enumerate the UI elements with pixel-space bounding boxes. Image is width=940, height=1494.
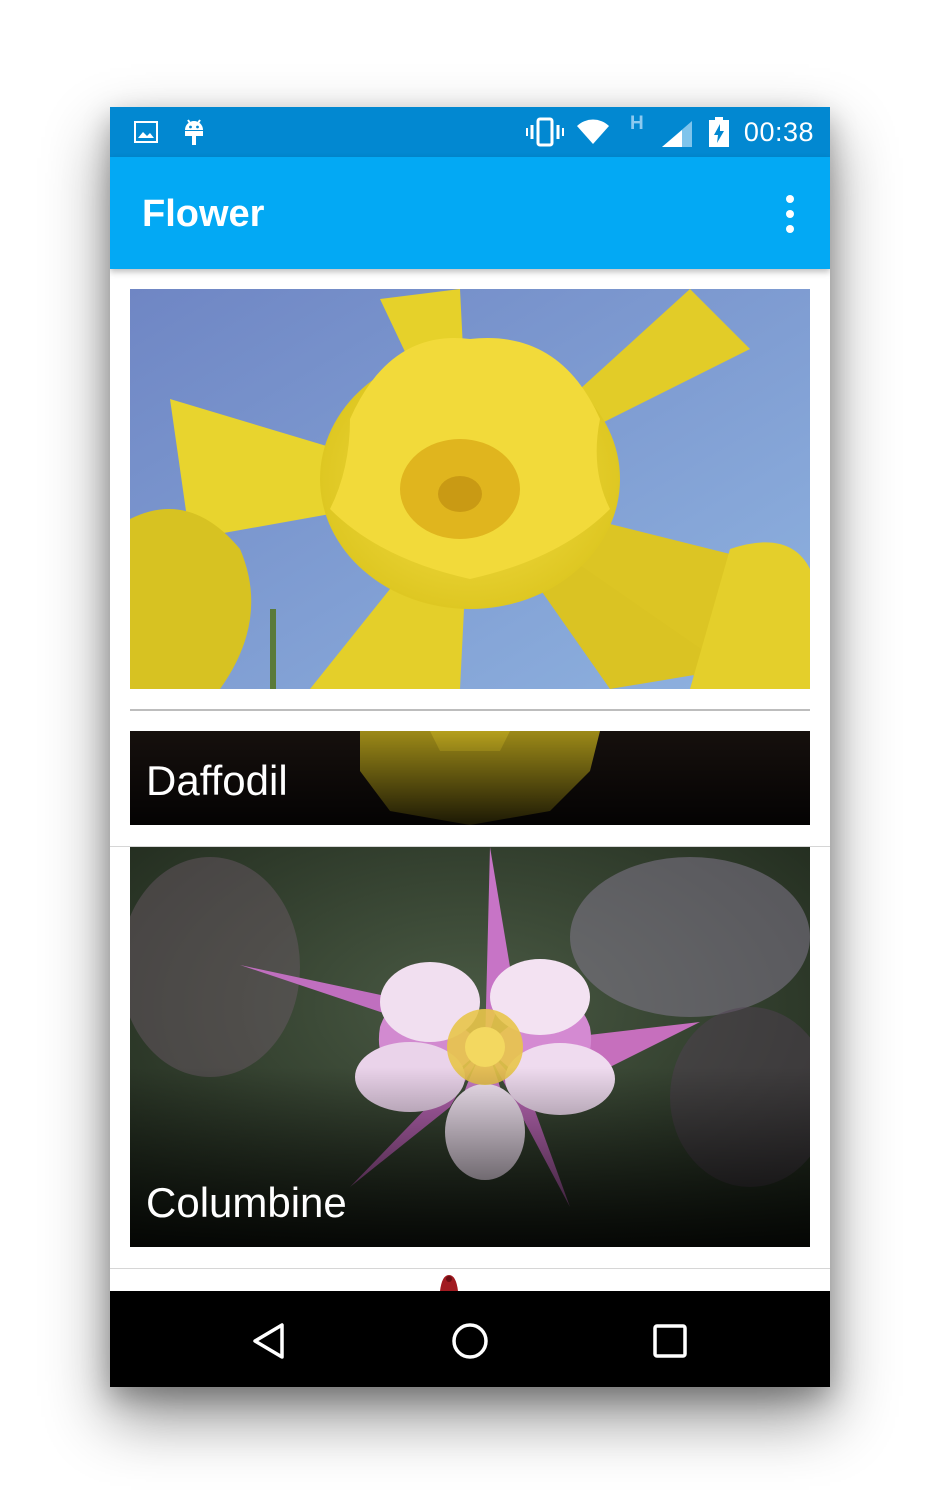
back-icon[interactable] <box>250 1321 290 1361</box>
next-flower-peek <box>440 1275 458 1291</box>
status-bar: H 00:38 <box>110 107 830 157</box>
image-icon <box>134 121 158 143</box>
daffodil-photo[interactable] <box>130 289 810 689</box>
status-clock: 00:38 <box>743 117 814 147</box>
row-divider <box>110 1268 830 1269</box>
flower-list[interactable]: Daffodil Columbine <box>110 269 830 1291</box>
signal-icon <box>662 121 692 147</box>
network-type-label: H <box>630 113 644 134</box>
phone-screen: H 00:38 Flower Daffodil Columbine <box>110 107 830 1387</box>
battery-charging-icon <box>709 117 729 147</box>
vibrate-icon <box>526 117 564 147</box>
daffodil-caption-band[interactable]: Daffodil <box>130 731 810 825</box>
photo-divider <box>130 709 810 711</box>
home-icon[interactable] <box>450 1321 490 1361</box>
android-icon <box>185 119 203 145</box>
columbine-photo[interactable]: Columbine <box>130 847 810 1247</box>
app-bar: Flower <box>110 157 830 269</box>
wifi-icon <box>577 119 609 144</box>
flower-name-columbine: Columbine <box>146 1179 347 1226</box>
navigation-bar <box>110 1291 830 1387</box>
recents-icon[interactable] <box>652 1323 688 1359</box>
overflow-menu-icon[interactable] <box>778 195 802 235</box>
app-title: Flower <box>142 193 265 235</box>
flower-name-daffodil: Daffodil <box>146 757 288 804</box>
